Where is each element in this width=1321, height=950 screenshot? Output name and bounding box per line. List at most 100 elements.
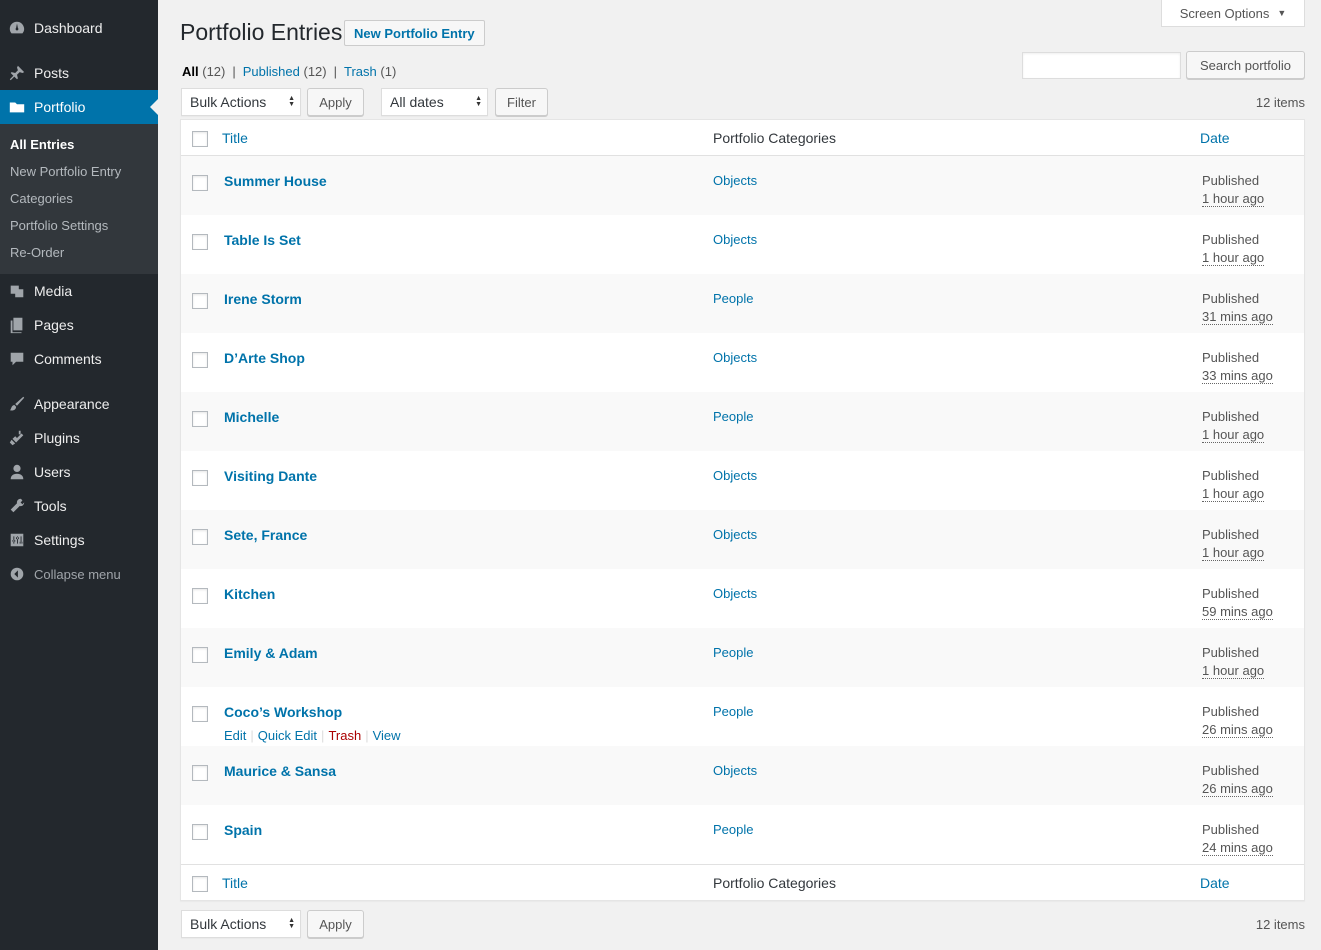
table-row: Irene Storm People Published 31 mins ago [181, 274, 1304, 333]
sidebar-item-appearance[interactable]: Appearance [0, 387, 158, 421]
sidebar-item-media[interactable]: Media [0, 274, 158, 308]
sidebar-item-posts[interactable]: Posts [0, 56, 158, 90]
post-time: 31 mins ago [1202, 309, 1273, 325]
view-trash-link[interactable]: Trash [344, 64, 377, 79]
row-checkbox[interactable] [192, 411, 208, 427]
search-portfolio-button[interactable]: Search portfolio [1186, 51, 1305, 79]
sidebar-item-label: Portfolio [34, 99, 86, 115]
table-row: Table Is Set Objects Published 1 hour ago [181, 215, 1304, 274]
trash-link[interactable]: Trash [328, 728, 361, 743]
select-all-checkbox[interactable] [192, 131, 208, 147]
row-checkbox[interactable] [192, 529, 208, 545]
category-link[interactable]: People [713, 704, 753, 719]
entry-title-link[interactable]: Summer House [224, 173, 327, 189]
row-checkbox[interactable] [192, 470, 208, 486]
separator: | [250, 728, 254, 743]
category-link[interactable]: Objects [713, 586, 757, 601]
new-portfolio-entry-button[interactable]: New Portfolio Entry [344, 20, 485, 46]
entry-title-link[interactable]: Coco’s Workshop [224, 704, 342, 720]
category-link[interactable]: Objects [713, 173, 757, 188]
row-checkbox[interactable] [192, 293, 208, 309]
sidebar-item-users[interactable]: Users [0, 455, 158, 489]
status-filter-links: All (12) | Published (12) | Trash (1) [182, 64, 396, 79]
edit-link[interactable]: Edit [224, 728, 246, 743]
category-link[interactable]: Objects [713, 468, 757, 483]
screen-options-button[interactable]: Screen Options ▼ [1161, 0, 1305, 27]
submenu-categories[interactable]: Categories [10, 191, 73, 206]
quick-edit-link[interactable]: Quick Edit [258, 728, 317, 743]
category-link[interactable]: People [713, 291, 753, 306]
sidebar-item-tools[interactable]: Tools [0, 489, 158, 523]
apply-button-top[interactable]: Apply [307, 88, 364, 116]
category-link[interactable]: Objects [713, 350, 757, 365]
row-checkbox[interactable] [192, 175, 208, 191]
table-row: Spain People Published 24 mins ago [181, 805, 1304, 864]
category-link[interactable]: People [713, 409, 753, 424]
portfolio-submenu: All Entries New Portfolio Entry Categori… [0, 124, 158, 274]
sidebar-item-portfolio[interactable]: Portfolio [0, 90, 158, 124]
entry-title-link[interactable]: Table Is Set [224, 232, 301, 248]
sort-date-link[interactable]: Date [1200, 130, 1230, 146]
bulk-actions-value: Bulk Actions [190, 94, 267, 110]
entry-title-link[interactable]: Kitchen [224, 586, 275, 602]
row-checkbox[interactable] [192, 706, 208, 722]
dates-filter-select[interactable]: All dates ▲ ▼ [381, 88, 488, 116]
submenu-new-entry[interactable]: New Portfolio Entry [10, 164, 121, 179]
view-link[interactable]: View [373, 728, 401, 743]
row-checkbox[interactable] [192, 352, 208, 368]
submenu-reorder[interactable]: Re-Order [10, 245, 64, 260]
sidebar-item-label: Media [34, 283, 73, 299]
filter-button[interactable]: Filter [495, 88, 548, 116]
bulk-actions-select[interactable]: Bulk Actions ▲ ▼ [181, 88, 301, 116]
sidebar-item-plugins[interactable]: Plugins [0, 421, 158, 455]
search-input[interactable] [1022, 52, 1181, 79]
table-row: Sete, France Objects Published 1 hour ago [181, 510, 1304, 569]
post-status: Published [1202, 763, 1260, 778]
row-checkbox[interactable] [192, 234, 208, 250]
sidebar-item-comments[interactable]: Comments [0, 342, 158, 376]
categories-column-header: Portfolio Categories [713, 129, 836, 146]
entry-title-link[interactable]: Maurice & Sansa [224, 763, 336, 779]
row-checkbox[interactable] [192, 647, 208, 663]
select-all-checkbox[interactable] [192, 876, 208, 892]
all-count: (12) [202, 64, 226, 79]
entry-title-link[interactable]: Irene Storm [224, 291, 302, 307]
sort-title-link[interactable]: Title [222, 130, 248, 146]
select-arrows-icon: ▲ ▼ [288, 95, 295, 108]
category-link[interactable]: Objects [713, 527, 757, 542]
apply-button-bottom[interactable]: Apply [307, 910, 364, 938]
select-arrows-icon: ▲ ▼ [475, 95, 482, 108]
sort-date-link[interactable]: Date [1200, 875, 1230, 891]
row-checkbox[interactable] [192, 588, 208, 604]
submenu-portfolio-settings[interactable]: Portfolio Settings [10, 218, 108, 233]
table-row: Kitchen Objects Published 59 mins ago [181, 569, 1304, 628]
sidebar-item-label: Comments [34, 351, 102, 367]
entry-title-link[interactable]: Spain [224, 822, 262, 838]
category-link[interactable]: People [713, 645, 753, 660]
categories-column-header: Portfolio Categories [713, 874, 836, 891]
entry-title-link[interactable]: Sete, France [224, 527, 307, 543]
sidebar-item-label: Plugins [34, 430, 80, 446]
sidebar-item-settings[interactable]: Settings [0, 523, 158, 557]
bulk-actions-select-bottom[interactable]: Bulk Actions ▲ ▼ [181, 910, 301, 938]
sidebar-item-pages[interactable]: Pages [0, 308, 158, 342]
collapse-menu-button[interactable]: Collapse menu [0, 557, 158, 591]
page-title: Portfolio Entries [180, 19, 343, 45]
row-checkbox[interactable] [192, 765, 208, 781]
category-link[interactable]: Objects [713, 763, 757, 778]
category-link[interactable]: People [713, 822, 753, 837]
post-status: Published [1202, 527, 1260, 542]
entry-title-link[interactable]: Visiting Dante [224, 468, 317, 484]
view-published-link[interactable]: Published [243, 64, 300, 79]
row-checkbox[interactable] [192, 824, 208, 840]
view-all-link[interactable]: All [182, 64, 199, 79]
post-time: 33 mins ago [1202, 368, 1273, 384]
entry-title-link[interactable]: Emily & Adam [224, 645, 318, 661]
category-link[interactable]: Objects [713, 232, 757, 247]
sort-title-link[interactable]: Title [222, 875, 248, 891]
entry-title-link[interactable]: D’Arte Shop [224, 350, 305, 366]
dashboard-icon [0, 19, 34, 37]
sidebar-item-dashboard[interactable]: Dashboard [0, 11, 158, 45]
entry-title-link[interactable]: Michelle [224, 409, 279, 425]
submenu-all-entries[interactable]: All Entries [10, 137, 74, 152]
